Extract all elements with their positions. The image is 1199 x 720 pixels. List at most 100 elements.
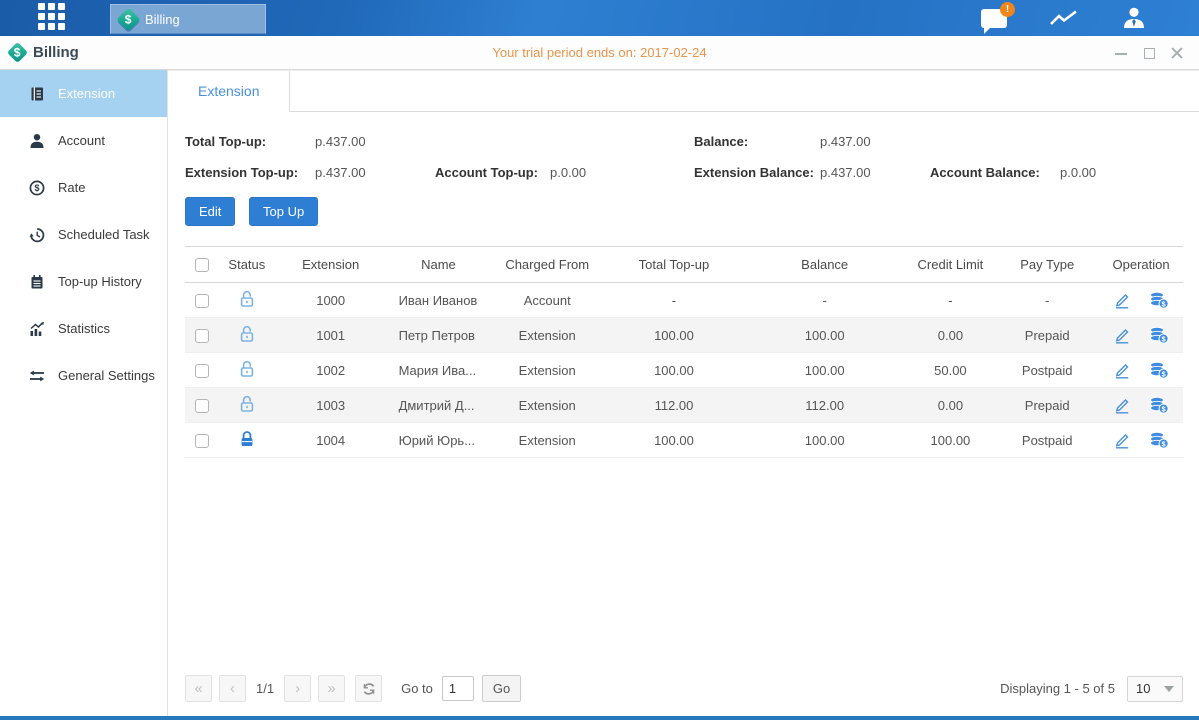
cell-charged-from: Extension — [490, 388, 604, 423]
cell-total-topup: 100.00 — [604, 423, 744, 458]
top-up-row-button[interactable]: $ — [1149, 291, 1169, 309]
select-all-checkbox[interactable] — [195, 258, 209, 272]
refresh-icon — [362, 682, 376, 696]
chat-bubble-icon: ! — [981, 9, 1007, 28]
table-row: 1002 Мария Ива... Extension 100.00 100.0… — [185, 353, 1183, 388]
sidebar-item-scheduled-task[interactable]: Scheduled Task — [0, 211, 167, 258]
cell-total-topup: - — [604, 283, 744, 318]
sidebar-item-label: Extension — [58, 86, 115, 101]
cell-balance: 100.00 — [744, 423, 906, 458]
notification-badge: ! — [1000, 2, 1015, 17]
total-topup-value: p.437.00 — [315, 134, 435, 149]
prev-page-button[interactable]: ‹ — [219, 675, 246, 702]
top-up-row-button[interactable]: $ — [1149, 396, 1169, 414]
extension-topup-value: p.437.00 — [315, 165, 435, 180]
row-checkbox[interactable] — [195, 329, 209, 343]
refresh-button[interactable] — [355, 675, 382, 702]
tab-label: Extension — [198, 83, 259, 99]
edit-button[interactable]: Edit — [185, 197, 235, 226]
billing-diamond-icon: $ — [116, 7, 140, 31]
unlocked-icon — [239, 395, 255, 413]
window-bottom-edge — [0, 716, 1199, 720]
coins-icon: $ — [1149, 361, 1169, 379]
taskbar-tab-billing[interactable]: $ Billing — [110, 4, 266, 34]
goto-page-input[interactable] — [442, 676, 474, 701]
pencil-icon — [1113, 396, 1131, 414]
app-launcher-grid-icon[interactable] — [38, 3, 68, 33]
billing-diamond-icon: $ — [7, 42, 28, 63]
col-total-topup: Total Top-up — [604, 247, 744, 283]
sidebar: Extension Account $ Rate Scheduled Task … — [0, 70, 168, 716]
user-account-button[interactable] — [1121, 6, 1147, 30]
top-up-row-button[interactable]: $ — [1149, 361, 1169, 379]
account-balance-value: p.0.00 — [1060, 165, 1199, 180]
last-page-button[interactable]: » — [318, 675, 345, 702]
unlocked-icon — [239, 290, 255, 308]
first-page-button[interactable]: « — [185, 675, 212, 702]
window-controls — [1115, 47, 1199, 59]
messages-button[interactable]: ! — [981, 9, 1007, 28]
top-up-button[interactable]: Top Up — [249, 197, 318, 226]
top-up-row-button[interactable]: $ — [1149, 326, 1169, 344]
trial-period-notice: Your trial period ends on: 2017-02-24 — [492, 45, 706, 60]
total-topup-label: Total Top-up: — [185, 134, 315, 149]
row-checkbox[interactable] — [195, 434, 209, 448]
table-row: 1004 Юрий Юрь... Extension 100.00 100.00… — [185, 423, 1183, 458]
coins-icon: $ — [1149, 431, 1169, 449]
coins-icon: $ — [1149, 396, 1169, 414]
go-button[interactable]: Go — [482, 675, 521, 702]
col-charged-from: Charged From — [490, 247, 604, 283]
account-topup-label: Account Top-up: — [435, 165, 550, 180]
col-name: Name — [387, 247, 491, 283]
edit-row-button[interactable] — [1113, 396, 1131, 414]
edit-row-button[interactable] — [1113, 361, 1131, 379]
cell-extension: 1004 — [275, 423, 387, 458]
minimize-button[interactable] — [1115, 47, 1127, 59]
sidebar-item-general-settings[interactable]: General Settings — [0, 352, 167, 399]
row-checkbox[interactable] — [195, 294, 209, 308]
table-header-row: Status Extension Name Charged From Total… — [185, 247, 1183, 283]
pencil-icon — [1113, 326, 1131, 344]
cell-name: Петр Петров — [387, 318, 491, 353]
cell-balance: 100.00 — [744, 318, 906, 353]
edit-row-button[interactable] — [1113, 326, 1131, 344]
top-up-row-button[interactable]: $ — [1149, 431, 1169, 449]
sliders-icon — [29, 368, 45, 384]
extension-balance-value: p.437.00 — [820, 165, 930, 180]
tab-extension[interactable]: Extension — [168, 71, 290, 112]
tab-bar: Extension — [168, 70, 1199, 112]
close-button[interactable] — [1171, 47, 1183, 59]
user-icon — [1121, 6, 1147, 30]
row-checkbox[interactable] — [195, 364, 209, 378]
cell-pay-type: Postpaid — [995, 423, 1099, 458]
next-page-button[interactable]: › — [284, 675, 311, 702]
cell-total-topup: 100.00 — [604, 353, 744, 388]
pagination-bar: « ‹ 1/1 › » Go to Go Displaying 1 - 5 of… — [168, 675, 1199, 716]
sidebar-item-account[interactable]: Account — [0, 117, 167, 164]
cell-charged-from: Account — [490, 283, 604, 318]
sidebar-item-label: Statistics — [58, 321, 110, 336]
cell-credit-limit: 0.00 — [906, 318, 996, 353]
displaying-text: Displaying 1 - 5 of 5 — [1000, 681, 1115, 696]
col-status: Status — [219, 247, 275, 283]
window-title-group: $ Billing — [0, 44, 79, 61]
row-checkbox[interactable] — [195, 399, 209, 413]
statistics-button[interactable] — [1049, 8, 1079, 28]
cell-charged-from: Extension — [490, 318, 604, 353]
cell-pay-type: Postpaid — [995, 353, 1099, 388]
edit-row-button[interactable] — [1113, 291, 1131, 309]
sidebar-item-topup-history[interactable]: Top-up History — [0, 258, 167, 305]
maximize-button[interactable] — [1143, 47, 1155, 59]
cell-extension: 1000 — [275, 283, 387, 318]
stats-chart-icon — [29, 321, 45, 337]
page-size-select[interactable]: 10 — [1127, 676, 1183, 702]
cell-name: Дмитрий Д... — [387, 388, 491, 423]
chevron-down-icon — [1164, 686, 1174, 692]
sidebar-item-rate[interactable]: $ Rate — [0, 164, 167, 211]
sidebar-item-statistics[interactable]: Statistics — [0, 305, 167, 352]
edit-row-button[interactable] — [1113, 431, 1131, 449]
sidebar-item-extension[interactable]: Extension — [0, 70, 167, 117]
main-content: Extension Total Top-up: p.437.00 Balance… — [168, 70, 1199, 716]
col-extension: Extension — [275, 247, 387, 283]
cell-balance: 100.00 — [744, 353, 906, 388]
